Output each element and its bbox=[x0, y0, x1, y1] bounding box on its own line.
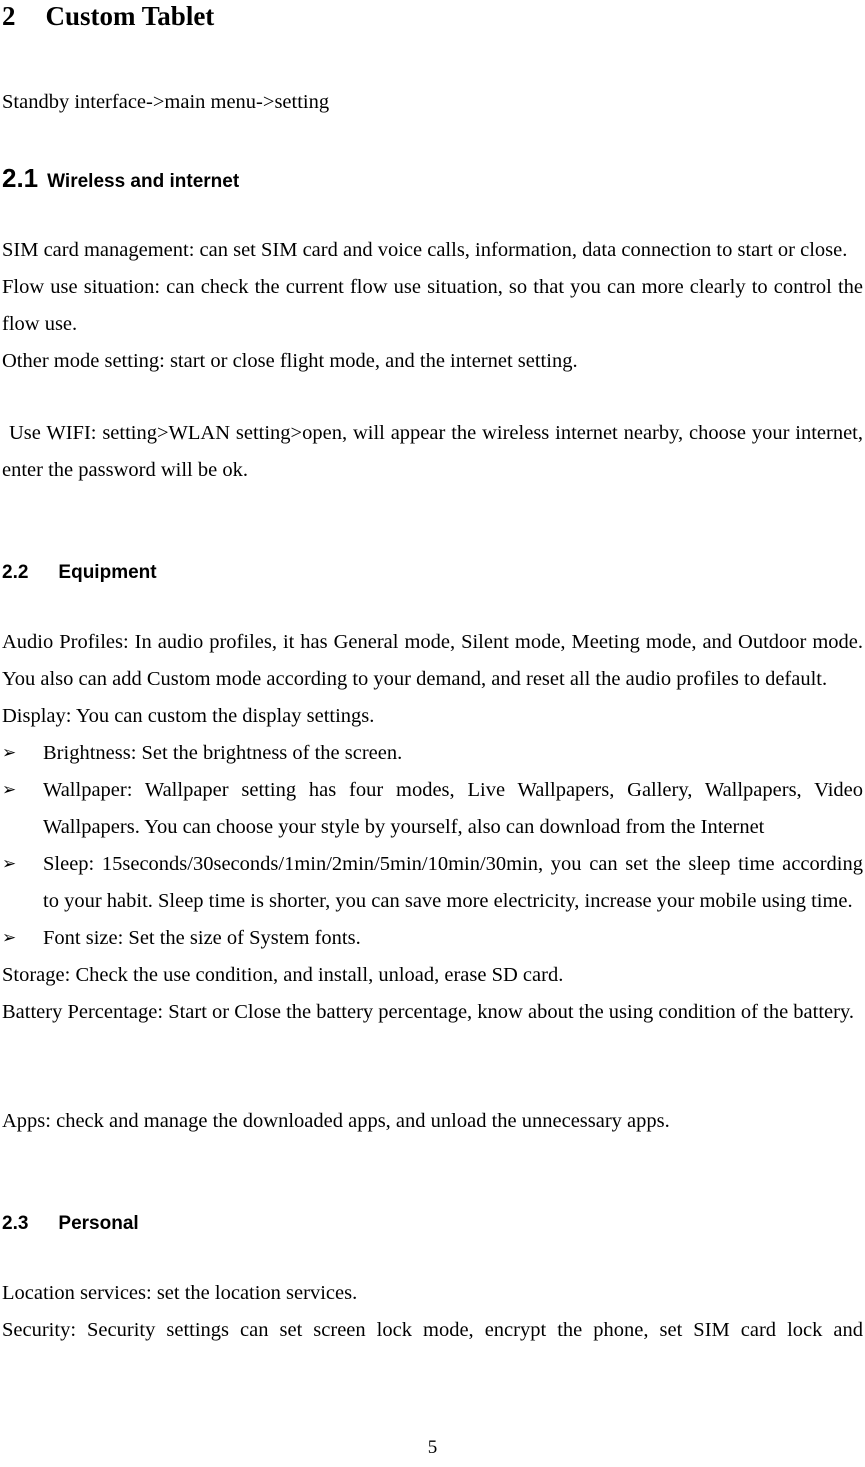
page-content: 2 Custom Tablet Standby interface->main m… bbox=[2, 0, 863, 1349]
section-number-2-1: 2.1 bbox=[2, 163, 39, 193]
paragraph-security: Security: Security settings can set scre… bbox=[2, 1319, 863, 1341]
paragraph-battery-percentage: Battery Percentage: Start or Close the b… bbox=[2, 1001, 855, 1023]
chapter-title: Custom Tablet bbox=[45, 1, 215, 31]
page-number: 5 bbox=[427, 1437, 438, 1458]
list-item: ➢ Font size: Set the size of System fonts… bbox=[2, 920, 863, 957]
paragraph-storage: Storage: Check the use condition, and in… bbox=[2, 964, 564, 986]
section-title-2-3: Personal bbox=[58, 1213, 139, 1234]
chapter-heading: 2 Custom Tablet bbox=[2, 0, 863, 32]
arrow-bullet-icon: ➢ bbox=[2, 928, 17, 948]
section-heading-2-3: 2.3 Personal bbox=[2, 1212, 863, 1236]
paragraph-audio-profiles: Audio Profiles: In audio profiles, it ha… bbox=[2, 631, 863, 690]
section-number-2-2: 2.2 bbox=[2, 562, 29, 583]
paragraph-use-wifi: Use WIFI: setting>WLAN setting>open, wil… bbox=[2, 422, 863, 481]
paragraph-sim-card-management: SIM card management: can set SIM card an… bbox=[2, 239, 848, 261]
list-item-label: Wallpaper: Wallpaper setting has four mo… bbox=[43, 779, 863, 838]
spacer-after-chapter bbox=[2, 32, 863, 84]
paragraph-other-mode-setting: Other mode setting: start or close fligh… bbox=[2, 350, 578, 372]
intro-line: Standby interface->main menu->setting bbox=[2, 91, 330, 113]
paragraph-location-services: Location services: set the location serv… bbox=[2, 1282, 358, 1304]
section-number-2-3: 2.3 bbox=[2, 1213, 29, 1234]
spacer-before-wifi bbox=[2, 380, 863, 415]
spacer-before-section-2-1 bbox=[2, 121, 863, 163]
paragraph-apps: Apps: check and manage the downloaded ap… bbox=[2, 1110, 670, 1132]
list-item-label: Font size: Set the size of System fonts. bbox=[43, 927, 361, 949]
arrow-bullet-icon: ➢ bbox=[2, 780, 17, 800]
paragraph-flow-use-situation: Flow use situation: can check the curren… bbox=[2, 276, 863, 335]
section-title-2-2: Equipment bbox=[58, 562, 157, 583]
section-title-2-1: Wireless and internet bbox=[47, 171, 240, 192]
section-heading-2-2: 2.2 Equipment bbox=[2, 561, 863, 585]
list-item: ➢ Brightness: Set the brightness of the s… bbox=[2, 735, 863, 772]
list-item: ➢ Sleep: 15seconds/30seconds/1min/2min/5m… bbox=[2, 846, 863, 920]
spacer-after-2-1-heading bbox=[2, 197, 863, 232]
list-item-label: Brightness: Set the brightness of the sc… bbox=[43, 742, 403, 764]
list-item-label: Sleep: 15seconds/30seconds/1min/2min/5mi… bbox=[43, 853, 863, 912]
spacer-after-2-3-heading bbox=[2, 1236, 863, 1275]
display-settings-list: ➢ Brightness: Set the brightness of the s… bbox=[2, 735, 863, 957]
document-page: 2 Custom Tablet Standby interface->main m… bbox=[0, 0, 865, 1467]
spacer-before-section-2-3 bbox=[2, 1140, 863, 1212]
paragraph-display: Display: You can custom the display sett… bbox=[2, 705, 375, 727]
spacer-before-apps bbox=[2, 1031, 863, 1103]
arrow-bullet-icon: ➢ bbox=[2, 854, 17, 874]
list-item: ➢ Wallpaper: Wallpaper setting has four m… bbox=[2, 772, 863, 846]
spacer-after-2-2-heading bbox=[2, 585, 863, 624]
section-heading-2-1: 2.1 Wireless and internet bbox=[2, 163, 863, 197]
spacer-before-section-2-2 bbox=[2, 489, 863, 561]
arrow-bullet-icon: ➢ bbox=[2, 743, 17, 763]
chapter-number: 2 bbox=[2, 1, 16, 31]
